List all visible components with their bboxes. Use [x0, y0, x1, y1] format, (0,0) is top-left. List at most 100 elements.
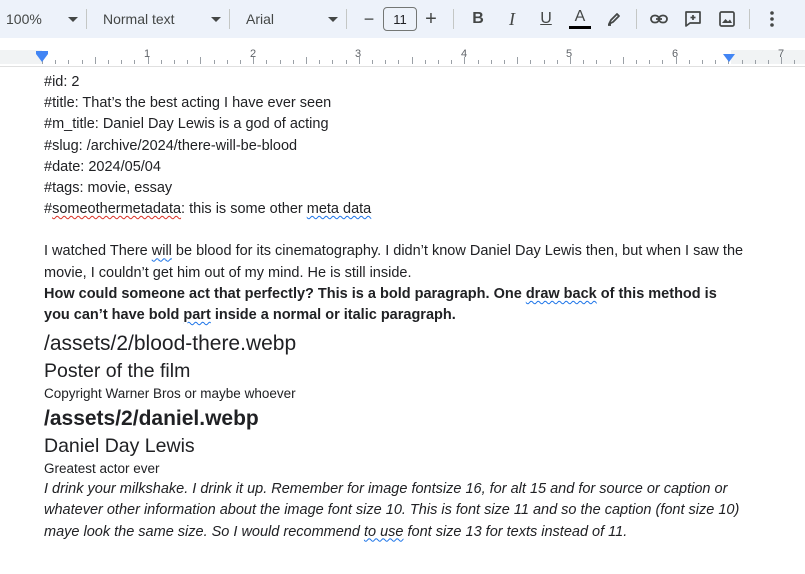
ruler-tick [411, 57, 413, 64]
highlight-pen-icon [608, 13, 620, 26]
image-alt-line: Poster of the film [44, 360, 191, 383]
ruler-number: 4 [461, 48, 468, 60]
toolbar-divider [749, 9, 750, 29]
insert-image-button[interactable] [713, 5, 741, 33]
text-run: inside a normal or italic paragraph. [210, 307, 456, 324]
ruler-tick [702, 60, 703, 64]
zoom-value: 100% [6, 11, 42, 27]
ruler-tick [134, 60, 136, 64]
ruler-tick [213, 60, 215, 64]
ruler-tick [662, 60, 664, 64]
italic-button[interactable]: I [498, 5, 526, 33]
insert-link-button[interactable] [645, 5, 673, 33]
meta-other-prefix: # [44, 201, 53, 218]
grammar-suggestion[interactable]: to use [364, 524, 404, 540]
font-size-input[interactable]: 11 [383, 7, 417, 31]
zoom-dropdown[interactable]: 100% [6, 5, 78, 33]
ruler-tick [68, 60, 70, 64]
meta-tags-line: #tags: movie, essay [44, 180, 173, 197]
ruler-tick [160, 60, 162, 64]
grammar-suggestion[interactable]: meta data [307, 201, 372, 217]
more-options-button[interactable] [758, 5, 786, 33]
meta-m-title-line: #m_title: Daniel Day Lewis is a god of a… [44, 116, 329, 133]
meta-date-line: #date: 2024/05/04 [44, 158, 161, 175]
paragraph-style-value: Normal text [103, 11, 175, 27]
ruler-tick [55, 60, 57, 64]
ruler-tick [451, 60, 453, 64]
toolbar-divider [229, 9, 230, 29]
paragraph-bold: How could someone act that perfectly? Th… [44, 284, 744, 326]
ruler-tick [292, 60, 294, 64]
paragraph-intro: I watched There will be blood for its ci… [44, 241, 744, 283]
document-body[interactable]: #id: 2 #title: That’s the best acting I … [44, 72, 744, 543]
ruler-tick [266, 60, 268, 64]
add-comment-icon [685, 11, 701, 27]
highlight-color-button[interactable] [600, 5, 628, 33]
ruler-tick [543, 60, 545, 64]
bold-button[interactable]: B [464, 5, 492, 33]
meta-other-line: #someothermetadata: this is some other m… [44, 199, 744, 220]
ruler-tick [636, 60, 637, 64]
meta-id-value: : 2 [63, 74, 80, 90]
ruler-tick [504, 60, 505, 64]
font-value: Arial [246, 11, 275, 27]
ruler-tick [556, 60, 558, 64]
image-alt-line: Daniel Day Lewis [44, 435, 195, 458]
text-color-button[interactable]: A [566, 5, 594, 33]
add-comment-button[interactable] [679, 5, 707, 33]
grammar-suggestion[interactable]: will [152, 243, 172, 259]
ruler-tick [649, 60, 651, 64]
ruler-tick [279, 60, 281, 64]
grammar-suggestion[interactable]: part [183, 307, 210, 323]
ruler-tick [438, 60, 439, 64]
link-icon [650, 14, 668, 24]
right-indent-marker[interactable] [723, 54, 735, 62]
toolbar: 100% Normal text Arial − 11 + B I U A [0, 0, 805, 38]
font-dropdown[interactable]: Arial [238, 5, 338, 33]
text-run: I watched There [44, 243, 152, 260]
ruler-number: 6 [672, 48, 679, 60]
horizontal-ruler[interactable]: 1 2 3 4 5 6 7 [0, 40, 805, 67]
italic-icon: I [509, 8, 515, 29]
spelling-error[interactable]: someothermetadata [52, 201, 181, 217]
ruler-tick [345, 60, 347, 64]
minus-icon: − [363, 8, 375, 29]
ruler-tick [517, 57, 519, 64]
ruler-tick [583, 60, 585, 64]
image-path-line: /assets/2/daniel.webp [44, 407, 259, 431]
toolbar-divider [453, 9, 454, 29]
toolbar-divider [636, 9, 637, 29]
meta-slug-line: #slug: /archive/2024/there-will-be-blood [44, 137, 298, 154]
ruler-tick [530, 60, 532, 64]
more-vert-icon [770, 11, 774, 27]
bold-icon: B [472, 10, 484, 27]
ruler-tick [490, 60, 492, 64]
toolbar-divider [346, 9, 347, 29]
increase-font-size-button[interactable]: + [417, 5, 445, 33]
grammar-suggestion[interactable]: draw back [526, 286, 597, 302]
ruler-tick [174, 60, 175, 64]
ruler-tick [187, 60, 189, 64]
ruler-tick [200, 57, 202, 64]
ruler-tick [688, 60, 690, 64]
underline-button[interactable]: U [532, 5, 560, 33]
left-indent-marker[interactable] [36, 54, 48, 62]
ruler-tick [622, 57, 624, 64]
ruler-tick [741, 60, 743, 64]
image-caption-line: Greatest actor ever [44, 461, 160, 477]
empty-line [44, 220, 744, 241]
text-run: font size 13 for texts instead of 11. [403, 523, 628, 540]
ruler-number: 7 [778, 48, 785, 60]
text-run: How could someone act that perfectly? Th… [44, 285, 526, 302]
ruler-tick [398, 60, 400, 64]
ruler-tick [609, 60, 611, 64]
paragraph-style-dropdown[interactable]: Normal text [95, 5, 221, 33]
ruler-tick [306, 57, 307, 64]
ruler-tick [108, 60, 109, 64]
decrease-font-size-button[interactable]: − [355, 5, 383, 33]
ruler-tick [240, 60, 241, 64]
ruler-tick [596, 60, 598, 64]
ruler-tick [768, 60, 769, 64]
chevron-down-icon [328, 16, 338, 22]
ruler-tick [477, 60, 479, 64]
